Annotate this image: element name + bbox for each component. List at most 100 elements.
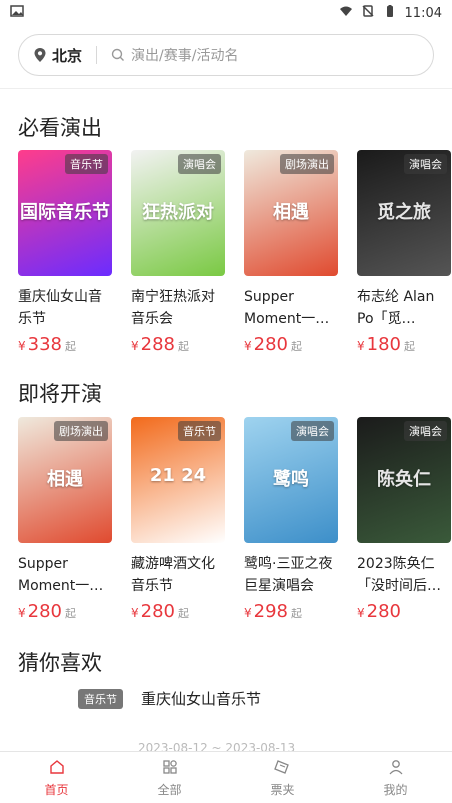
event-name: 重庆仙女山音乐节 (18, 289, 102, 327)
search-placeholder: 演出/赛事/活动名 (131, 48, 239, 64)
event-name: Supper Moment一… (244, 289, 330, 327)
category-tag: 剧场演出 (54, 421, 108, 441)
price-value: 338 (27, 334, 62, 355)
price-value: 180 (366, 334, 401, 355)
search-input[interactable]: 演出/赛事/活动名 (111, 45, 238, 65)
poster-text: 陈奂仁 (377, 469, 431, 490)
city-selector[interactable]: 北京 (33, 45, 82, 66)
event-card[interactable]: 鹭鸣 演唱会鹭鸣·三亚之夜巨星演唱会 ¥298 起 (244, 417, 338, 622)
wifi-icon (339, 4, 353, 22)
poster-text: 国际音乐节 (20, 202, 110, 223)
location-pin-icon (34, 48, 46, 62)
price-unit: 起 (291, 340, 302, 353)
price-unit: 起 (178, 607, 189, 620)
home-icon (48, 758, 66, 779)
status-bar: 11:04 (0, 0, 452, 26)
guess-item-title: 重庆仙女山音乐节 (141, 690, 262, 708)
section-title-upcoming: 即将开演 (18, 382, 102, 406)
guess-item-tag: 音乐节 (78, 688, 123, 709)
event-card[interactable]: 21 24 音乐节藏游啤酒文化音乐节 ¥280 起 (131, 417, 225, 622)
tab-label: 全部 (157, 782, 182, 797)
tab-grid[interactable]: 全部 (113, 752, 226, 803)
event-card[interactable]: 觅之旅 演唱会布志纶 Alan Po「觅… ¥180 起 (357, 150, 451, 355)
user-icon (387, 758, 405, 779)
event-name: 藏游啤酒文化音乐节 (131, 556, 215, 594)
event-price: ¥280 起 (18, 601, 112, 622)
category-tag: 音乐节 (65, 154, 108, 174)
event-price: ¥280 起 (244, 334, 338, 355)
price-unit: 起 (178, 340, 189, 353)
search-bar[interactable]: 北京 演出/赛事/活动名 (18, 34, 434, 76)
poster-text: 鹭鸣 (273, 469, 309, 490)
tab-label: 首页 (44, 782, 69, 797)
event-poster: 狂热派对 演唱会 (131, 150, 225, 276)
no-sim-icon (361, 4, 375, 22)
city-label: 北京 (52, 46, 83, 65)
event-name: 2023陈奂仁「没时间后… (357, 556, 441, 594)
currency-symbol: ¥ (131, 606, 139, 620)
event-price: ¥288 起 (131, 334, 225, 355)
category-tag: 音乐节 (178, 421, 221, 441)
price-value: 288 (140, 334, 175, 355)
event-card[interactable]: 狂热派对 演唱会南宁狂热派对音乐会 ¥288 起 (131, 150, 225, 355)
must-see-list: 国际音乐节 音乐节 重庆仙女山音乐节 ¥338 起狂热派对 演唱会 南宁狂热派对音乐会 ¥28… (18, 150, 452, 355)
event-card[interactable]: 相遇 剧场演出 Supper Moment一… ¥280 起 (244, 150, 338, 355)
upcoming-list: 相遇 剧场演出 Supper Moment一… ¥280 起 21 24 音乐节 藏游啤酒文化… (18, 417, 452, 622)
currency-symbol: ¥ (357, 606, 365, 620)
currency-symbol: ¥ (244, 606, 252, 620)
tab-label: 我的 (383, 782, 408, 797)
event-name: 鹭鸣·三亚之夜巨星演唱会 (244, 556, 333, 594)
price-value: 280 (27, 601, 62, 622)
event-name: 布志纶 Alan Po「觅… (357, 289, 435, 327)
event-poster: 21 24 音乐节 (131, 417, 225, 543)
category-tag: 演唱会 (404, 154, 447, 174)
bottom-tab-bar: 首页 全部 票夹 我的 (0, 751, 452, 803)
search-icon (111, 48, 125, 61)
event-card[interactable]: 国际音乐节 音乐节重庆仙女山音乐节 ¥338 起 (18, 150, 112, 355)
category-tag: 演唱会 (404, 421, 447, 441)
tab-home[interactable]: 首页 (0, 752, 113, 803)
price-unit: 起 (404, 340, 415, 353)
currency-symbol: ¥ (18, 339, 26, 353)
ticket-icon (273, 758, 292, 779)
event-name: Supper Moment一… (18, 556, 104, 594)
currency-symbol: ¥ (244, 339, 252, 353)
tab-label: 票夹 (270, 782, 295, 797)
price-unit: 起 (65, 607, 76, 620)
poster-text: 相遇 (273, 202, 309, 223)
gallery-icon (10, 4, 30, 22)
category-tag: 演唱会 (291, 421, 334, 441)
battery-icon (383, 4, 397, 22)
event-name: 南宁狂热派对音乐会 (131, 289, 215, 327)
event-price: ¥280 起 (131, 601, 225, 622)
price-value: 280 (253, 334, 288, 355)
search-divider (96, 46, 98, 64)
event-poster: 国际音乐节 音乐节 (18, 150, 112, 276)
tab-user[interactable]: 我的 (339, 752, 452, 803)
event-poster: 鹭鸣 演唱会 (244, 417, 338, 543)
currency-symbol: ¥ (131, 339, 139, 353)
event-price: ¥338 起 (18, 334, 112, 355)
tab-ticket[interactable]: 票夹 (226, 752, 339, 803)
price-value: 280 (140, 601, 175, 622)
event-price: ¥180 起 (357, 334, 451, 355)
guess-list-item[interactable]: 音乐节 重庆仙女山音乐节 (78, 688, 261, 709)
event-poster: 相遇 剧场演出 (244, 150, 338, 276)
event-poster: 相遇 剧场演出 (18, 417, 112, 543)
price-unit: 起 (65, 340, 76, 353)
poster-text: 狂热派对 (142, 202, 214, 223)
poster-text: 觅之旅 (377, 202, 431, 223)
event-card[interactable]: 陈奂仁 演唱会 2023陈奂仁「没时间后… ¥280 (357, 417, 451, 622)
currency-symbol: ¥ (18, 606, 26, 620)
price-unit: 起 (291, 607, 302, 620)
event-card[interactable]: 相遇 剧场演出 Supper Moment一… ¥280 起 (18, 417, 112, 622)
event-price: ¥298 起 (244, 601, 338, 622)
event-poster: 陈奂仁 演唱会 (357, 417, 451, 543)
event-poster: 觅之旅 演唱会 (357, 150, 451, 276)
currency-symbol: ¥ (357, 339, 365, 353)
event-price: ¥280 (357, 601, 451, 622)
status-time: 11:04 (404, 5, 442, 21)
category-tag: 演唱会 (178, 154, 221, 174)
price-value: 298 (253, 601, 288, 622)
section-title-guess: 猜你喜欢 (18, 651, 102, 675)
